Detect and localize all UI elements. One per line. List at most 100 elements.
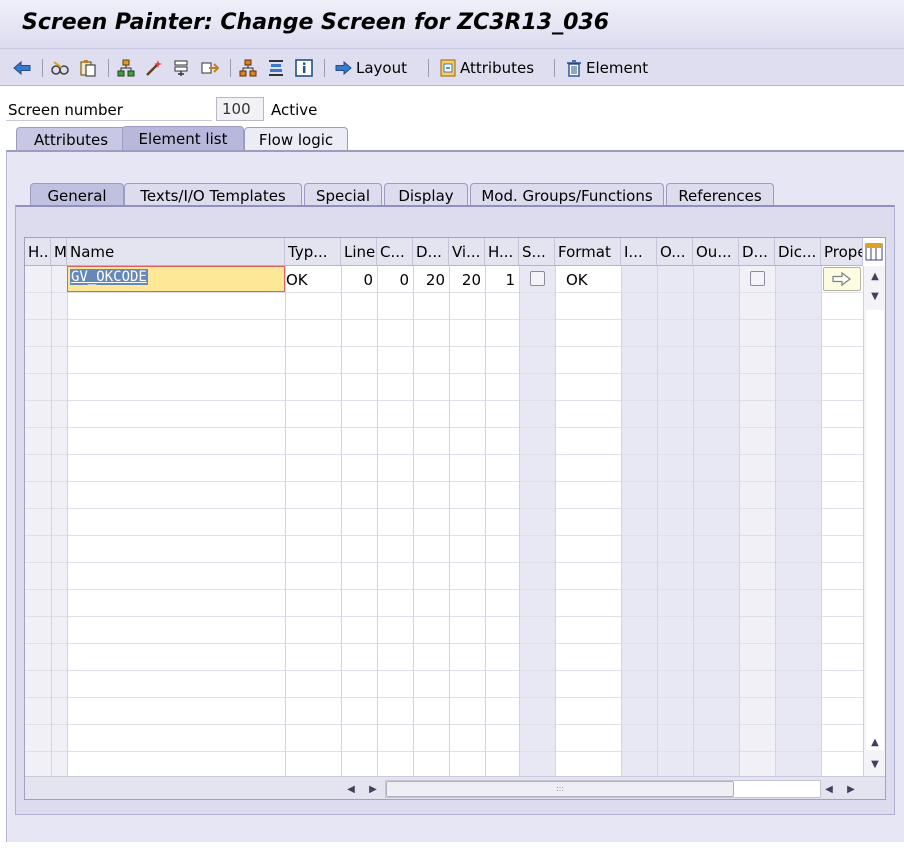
tab-label: Special [315, 187, 371, 205]
row-divider [25, 535, 863, 536]
column-header[interactable]: M [51, 238, 67, 266]
column-header[interactable]: Line [341, 238, 377, 266]
column-divider [555, 266, 556, 776]
properties-button[interactable] [823, 267, 861, 291]
layout-button[interactable]: Layout [334, 57, 407, 79]
scroll-left-end-icon[interactable]: ◀ [821, 781, 837, 797]
tab-references[interactable]: References [666, 183, 774, 206]
visible-length-value[interactable]: 20 [449, 271, 481, 289]
row-divider [25, 481, 863, 482]
scroll-left-icon[interactable]: ◀ [343, 781, 359, 797]
other-object-button[interactable] [50, 57, 70, 79]
tab-flow-logic[interactable]: Flow logic [244, 127, 348, 151]
column-header[interactable]: D... [413, 238, 449, 266]
column-bg [657, 266, 693, 776]
where-used-button[interactable] [172, 57, 192, 79]
tab-texts-io-templates[interactable]: Texts/I/O Templates [124, 183, 302, 206]
attributes-icon [440, 59, 456, 77]
row-divider [25, 751, 863, 752]
scroll-down-icon[interactable]: ▼ [867, 288, 883, 304]
row-divider [25, 670, 863, 671]
back-button[interactable] [12, 57, 32, 79]
column-header[interactable]: Prope [821, 238, 863, 266]
screen-number-field[interactable]: 100 [216, 97, 264, 121]
align-center-icon [269, 60, 283, 76]
column-divider [413, 266, 414, 776]
column-header[interactable]: Format [555, 238, 621, 266]
check-button[interactable] [116, 57, 136, 79]
toolbar-separator [428, 59, 429, 77]
field-name-value: GV_OKCODE [70, 269, 148, 285]
column-bg [25, 266, 51, 776]
line-value[interactable]: 0 [341, 271, 373, 289]
scroll-right-icon[interactable]: ▶ [365, 781, 381, 797]
type-value[interactable]: OK [286, 271, 308, 289]
row-divider [25, 400, 863, 401]
column-header[interactable]: S... [519, 238, 555, 266]
row-divider [25, 454, 863, 455]
element-button[interactable]: Element [564, 57, 648, 79]
arrow-right-icon [335, 60, 352, 76]
name-cell-selected[interactable]: GV_OKCODE [67, 266, 285, 292]
scroll-track[interactable] [866, 310, 884, 750]
tab-mod-groups-functions[interactable]: Mod. Groups/Functions [470, 183, 664, 206]
display-change-button[interactable] [78, 57, 98, 79]
column-header[interactable]: H... [25, 238, 51, 266]
column-value[interactable]: 0 [377, 271, 409, 289]
tab-display[interactable]: Display [384, 183, 468, 206]
defined-length-value[interactable]: 20 [413, 271, 445, 289]
tab-label: Texts/I/O Templates [140, 187, 286, 205]
info-button[interactable] [294, 57, 314, 79]
row-divider [25, 643, 863, 644]
column-header[interactable]: O... [657, 238, 693, 266]
column-bg [621, 266, 657, 776]
dict-checkbox[interactable] [750, 271, 765, 286]
glasses-icon [51, 61, 69, 75]
object-list-button[interactable] [238, 57, 258, 79]
column-header[interactable]: D... [739, 238, 775, 266]
tab-special[interactable]: Special [304, 183, 382, 206]
toolbar-separator [324, 59, 325, 77]
page-down-icon[interactable]: ▼ [867, 756, 883, 772]
hierarchy-check-icon [117, 59, 135, 77]
format-value[interactable]: OK [566, 271, 588, 289]
column-bg [51, 266, 67, 776]
vertical-scrollbar[interactable]: ▲ ▼ ▲ ▼ [863, 266, 885, 776]
column-header[interactable]: Ou... [693, 238, 739, 266]
column-divider [821, 266, 822, 776]
column-header[interactable]: Vi... [449, 238, 485, 266]
align-button[interactable] [266, 57, 286, 79]
activate-button[interactable] [144, 57, 164, 79]
scroll-up-icon[interactable]: ▲ [867, 268, 883, 284]
scrollable-checkbox[interactable] [530, 271, 545, 286]
tab-element-list[interactable]: Element list [122, 126, 244, 151]
tab-attributes[interactable]: Attributes [16, 127, 126, 151]
row-divider [25, 616, 863, 617]
column-divider [693, 266, 694, 776]
column-divider [739, 266, 740, 776]
info-icon [295, 59, 313, 77]
height-value[interactable]: 1 [485, 271, 515, 289]
column-header[interactable]: H... [485, 238, 519, 266]
row-divider [25, 724, 863, 725]
tab-general[interactable]: General [30, 183, 124, 206]
toolbar-separator [554, 59, 555, 77]
column-header[interactable]: Dic... [775, 238, 821, 266]
attributes-button[interactable]: Attributes [438, 57, 534, 79]
hscroll-thumb[interactable]: ::: [386, 781, 734, 797]
column-header[interactable]: Typ... [285, 238, 341, 266]
table-settings-icon [865, 243, 883, 261]
horizontal-scrollbar[interactable]: ◀ ▶ ::: ◀ ▶ [25, 776, 885, 799]
column-header[interactable]: I... [621, 238, 657, 266]
navigate-button[interactable] [200, 57, 220, 79]
page-up-icon[interactable]: ▲ [867, 734, 883, 750]
scroll-right-end-icon[interactable]: ▶ [843, 781, 859, 797]
column-settings-button[interactable] [863, 240, 885, 264]
column-header[interactable]: Name [67, 238, 285, 266]
column-divider [519, 266, 520, 776]
row-divider [25, 508, 863, 509]
column-divider [341, 266, 342, 776]
column-divider [67, 266, 68, 776]
column-header[interactable]: C... [377, 238, 413, 266]
row-divider [25, 346, 863, 347]
